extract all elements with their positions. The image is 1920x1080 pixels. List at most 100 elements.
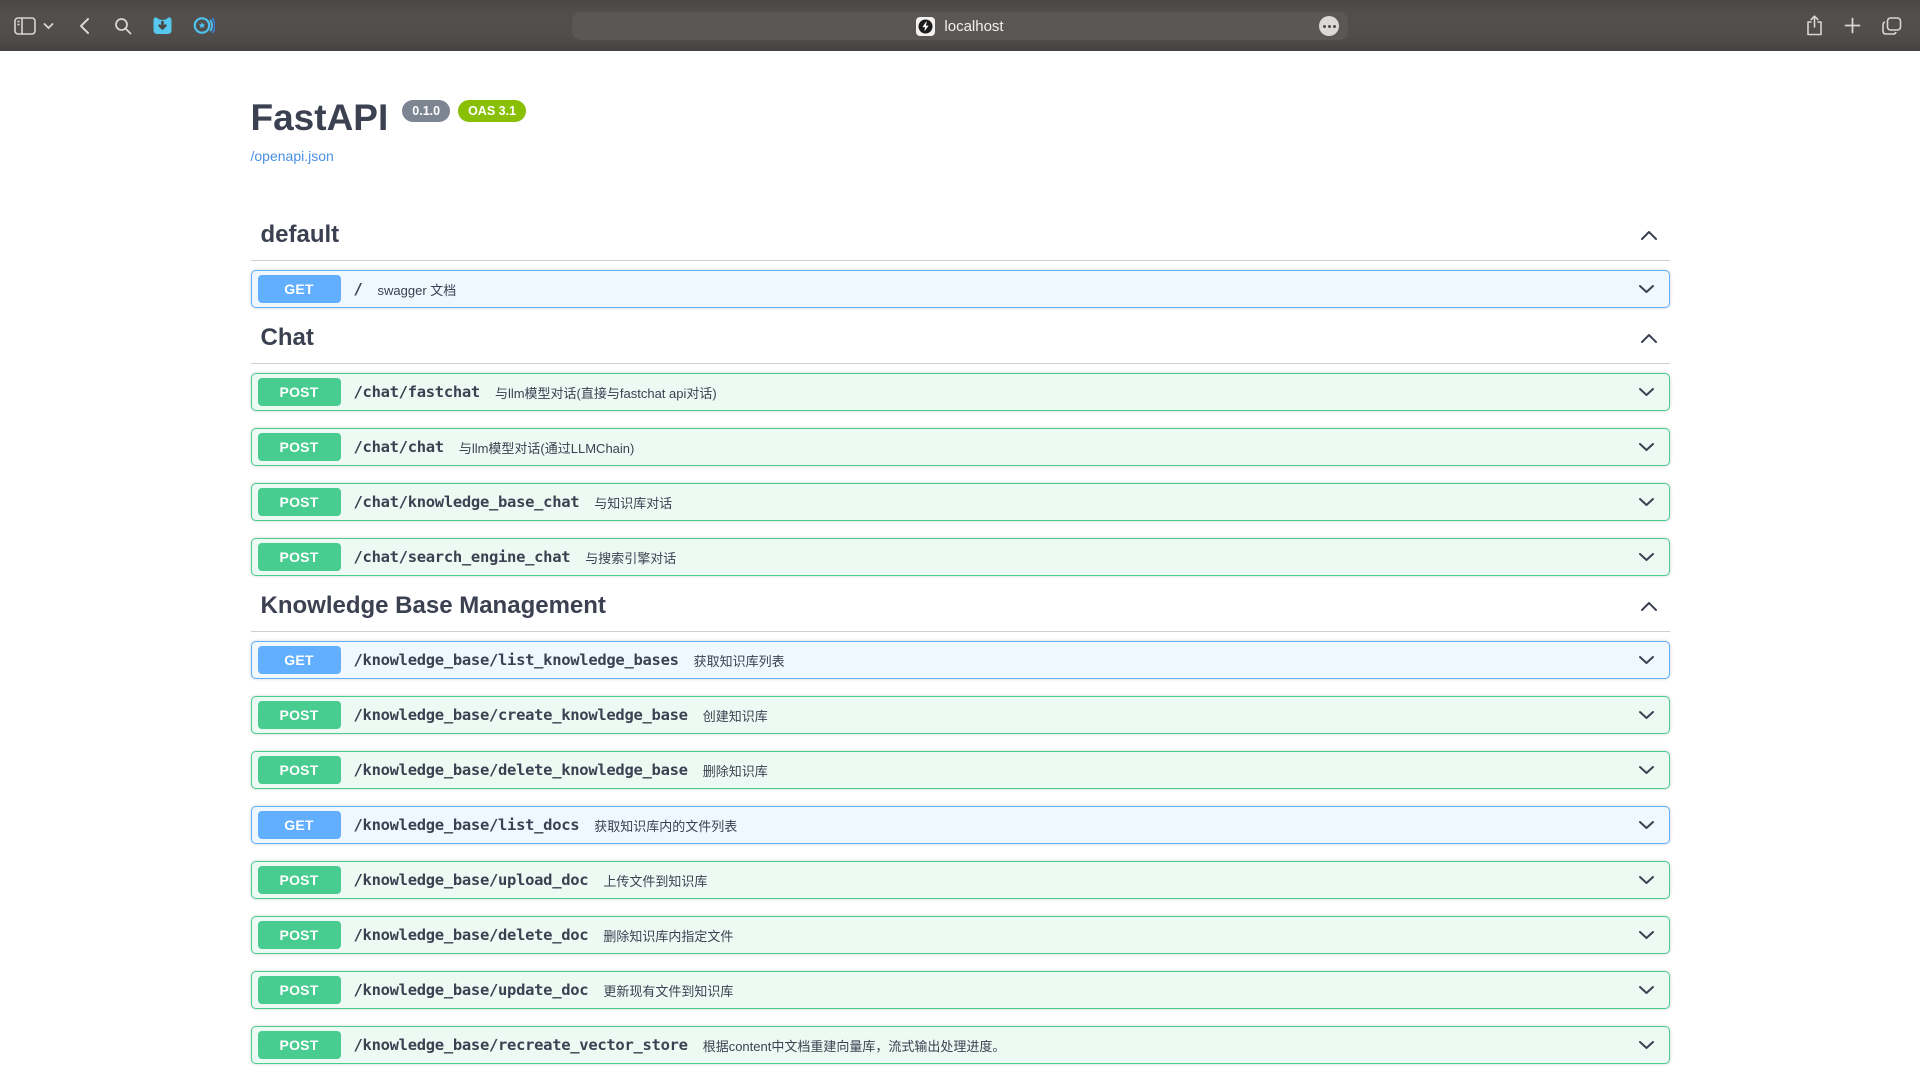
- section-title: default: [251, 222, 340, 248]
- endpoint-path: /knowledge_base/delete_knowledge_base: [354, 761, 688, 779]
- downloader-extension-icon: [152, 15, 173, 36]
- chevron-down-icon: [1638, 765, 1655, 775]
- radar-extension-icon: [193, 15, 215, 36]
- api-section: Chat POST/chat/fastchat 与llm模型对话(直接与fastch…: [251, 325, 1670, 576]
- endpoint-description: 与搜索引擎对话: [585, 548, 676, 567]
- downloader-extension-button[interactable]: [152, 15, 173, 36]
- section-header[interactable]: Knowledge Base Management: [251, 593, 1670, 632]
- chevron-down-icon: [1638, 985, 1655, 995]
- chevron-up-icon: [1640, 333, 1658, 344]
- endpoint-row[interactable]: POST/knowledge_base/delete_doc 删除知识库内指定文件: [251, 916, 1670, 954]
- version-badge: 0.1.0: [402, 100, 450, 122]
- endpoint-path: /knowledge_base/list_knowledge_bases: [354, 651, 679, 669]
- api-title-text: FastAPI: [251, 97, 389, 138]
- chevron-down-icon: [1638, 497, 1655, 507]
- endpoint-path: /chat/chat: [354, 438, 444, 456]
- api-section: Knowledge Base Management GET/knowledge_b…: [251, 593, 1670, 1064]
- chevron-down-icon: [1638, 442, 1655, 452]
- endpoint-path: /knowledge_base/upload_doc: [354, 871, 589, 889]
- chevron-down-icon: [1638, 1040, 1655, 1050]
- chevron-down-icon: [1638, 284, 1655, 294]
- tab-overview-button[interactable]: [1882, 17, 1902, 35]
- endpoint-description: 删除知识库内指定文件: [603, 926, 733, 945]
- browser-toolbar: localhost: [0, 0, 1920, 51]
- section-title: Chat: [251, 325, 314, 351]
- method-badge: POST: [258, 488, 341, 516]
- section-title: Knowledge Base Management: [251, 593, 606, 619]
- chevron-down-icon: [1638, 820, 1655, 830]
- tab-overview-icon: [1882, 17, 1902, 35]
- chevron-down-icon: [1638, 655, 1655, 665]
- address-bar[interactable]: localhost: [572, 12, 1348, 40]
- api-info: FastAPI 0.1.0 OAS 3.1 /openapi.json: [251, 51, 1670, 166]
- endpoint-description: 根据content中文档重建向量库，流式输出处理进度。: [703, 1036, 1006, 1055]
- new-tab-button[interactable]: [1844, 17, 1861, 34]
- chevron-up-icon: [1640, 230, 1658, 241]
- chevron-down-icon: [1638, 875, 1655, 885]
- endpoint-row[interactable]: POST/chat/chat 与llm模型对话(通过LLMChain): [251, 428, 1670, 466]
- share-icon: [1806, 15, 1823, 36]
- api-sections: default GET/swagger 文档 Chat POST/chat/fastc…: [251, 222, 1670, 1064]
- endpoint-path: /chat/knowledge_base_chat: [354, 493, 580, 511]
- method-badge: POST: [258, 1031, 341, 1059]
- oas-badge: OAS 3.1: [458, 100, 526, 122]
- chevron-down-icon: [1638, 552, 1655, 562]
- endpoint-path: /knowledge_base/delete_doc: [354, 926, 589, 944]
- endpoint-row[interactable]: POST/chat/fastchat 与llm模型对话(直接与fastchat a…: [251, 373, 1670, 411]
- section-header[interactable]: Chat: [251, 325, 1670, 364]
- back-button[interactable]: [78, 17, 90, 35]
- endpoint-description: 上传文件到知识库: [603, 871, 707, 890]
- chevron-down-icon: [43, 22, 54, 30]
- endpoint-description: 删除知识库: [703, 761, 768, 780]
- search-icon: [114, 17, 132, 35]
- endpoint-row[interactable]: POST/knowledge_base/upload_doc 上传文件到知识库: [251, 861, 1670, 899]
- endpoint-row[interactable]: POST/knowledge_base/update_doc更新现有文件到知识库: [251, 971, 1670, 1009]
- endpoint-row[interactable]: GET/knowledge_base/list_docs 获取知识库内的文件列表: [251, 806, 1670, 844]
- new-tab-icon: [1844, 17, 1861, 34]
- page-title: FastAPI 0.1.0 OAS 3.1: [251, 97, 1670, 138]
- endpoint-description: 更新现有文件到知识库: [603, 981, 733, 1000]
- endpoint-description: 获取知识库内的文件列表: [594, 816, 737, 835]
- method-badge: POST: [258, 378, 341, 406]
- method-badge: POST: [258, 433, 341, 461]
- radar-extension-button[interactable]: [193, 15, 215, 36]
- url-text: localhost: [944, 19, 1003, 34]
- endpoint-description: 获取知识库列表: [694, 651, 785, 670]
- method-badge: POST: [258, 866, 341, 894]
- share-button[interactable]: [1806, 15, 1823, 36]
- endpoint-description: 与llm模型对话(直接与fastchat api对话): [495, 383, 717, 402]
- endpoint-row[interactable]: POST/chat/search_engine_chat与搜索引擎对话: [251, 538, 1670, 576]
- endpoint-row[interactable]: POST/chat/knowledge_base_chat 与知识库对话: [251, 483, 1670, 521]
- endpoint-path: /knowledge_base/list_docs: [354, 816, 580, 834]
- method-badge: GET: [258, 275, 341, 303]
- chevron-down-icon: [1638, 930, 1655, 940]
- endpoint-row[interactable]: POST/knowledge_base/create_knowledge_bas…: [251, 696, 1670, 734]
- endpoint-description: 与知识库对话: [594, 493, 672, 512]
- endpoint-path: /knowledge_base/create_knowledge_base: [354, 706, 688, 724]
- search-button[interactable]: [114, 17, 132, 35]
- sidebar-menu-button[interactable]: [43, 22, 54, 30]
- chevron-down-icon: [1638, 387, 1655, 397]
- fastapi-bolt-icon: [918, 19, 933, 34]
- endpoint-path: /knowledge_base/update_doc: [354, 981, 589, 999]
- endpoint-description: 与llm模型对话(通过LLMChain): [459, 438, 635, 457]
- openapi-spec-link[interactable]: /openapi.json: [251, 148, 334, 164]
- endpoint-path: /chat/fastchat: [354, 383, 480, 401]
- method-badge: GET: [258, 811, 341, 839]
- method-badge: POST: [258, 921, 341, 949]
- method-badge: POST: [258, 701, 341, 729]
- method-badge: POST: [258, 756, 341, 784]
- sidebar-toggle-button[interactable]: [14, 17, 36, 35]
- endpoint-row[interactable]: GET/swagger 文档: [251, 270, 1670, 308]
- sidebar-icon: [14, 17, 36, 35]
- endpoint-row[interactable]: GET/knowledge_base/list_knowledge_bases获…: [251, 641, 1670, 679]
- method-badge: POST: [258, 543, 341, 571]
- chevron-down-icon: [1638, 710, 1655, 720]
- endpoint-description: 创建知识库: [703, 706, 768, 725]
- address-more-button[interactable]: [1319, 16, 1339, 36]
- api-section: default GET/swagger 文档: [251, 222, 1670, 308]
- endpoint-row[interactable]: POST/knowledge_base/delete_knowledge_bas…: [251, 751, 1670, 789]
- section-header[interactable]: default: [251, 222, 1670, 261]
- endpoint-row[interactable]: POST/knowledge_base/recreate_vector_stor…: [251, 1026, 1670, 1064]
- chevron-up-icon: [1640, 601, 1658, 612]
